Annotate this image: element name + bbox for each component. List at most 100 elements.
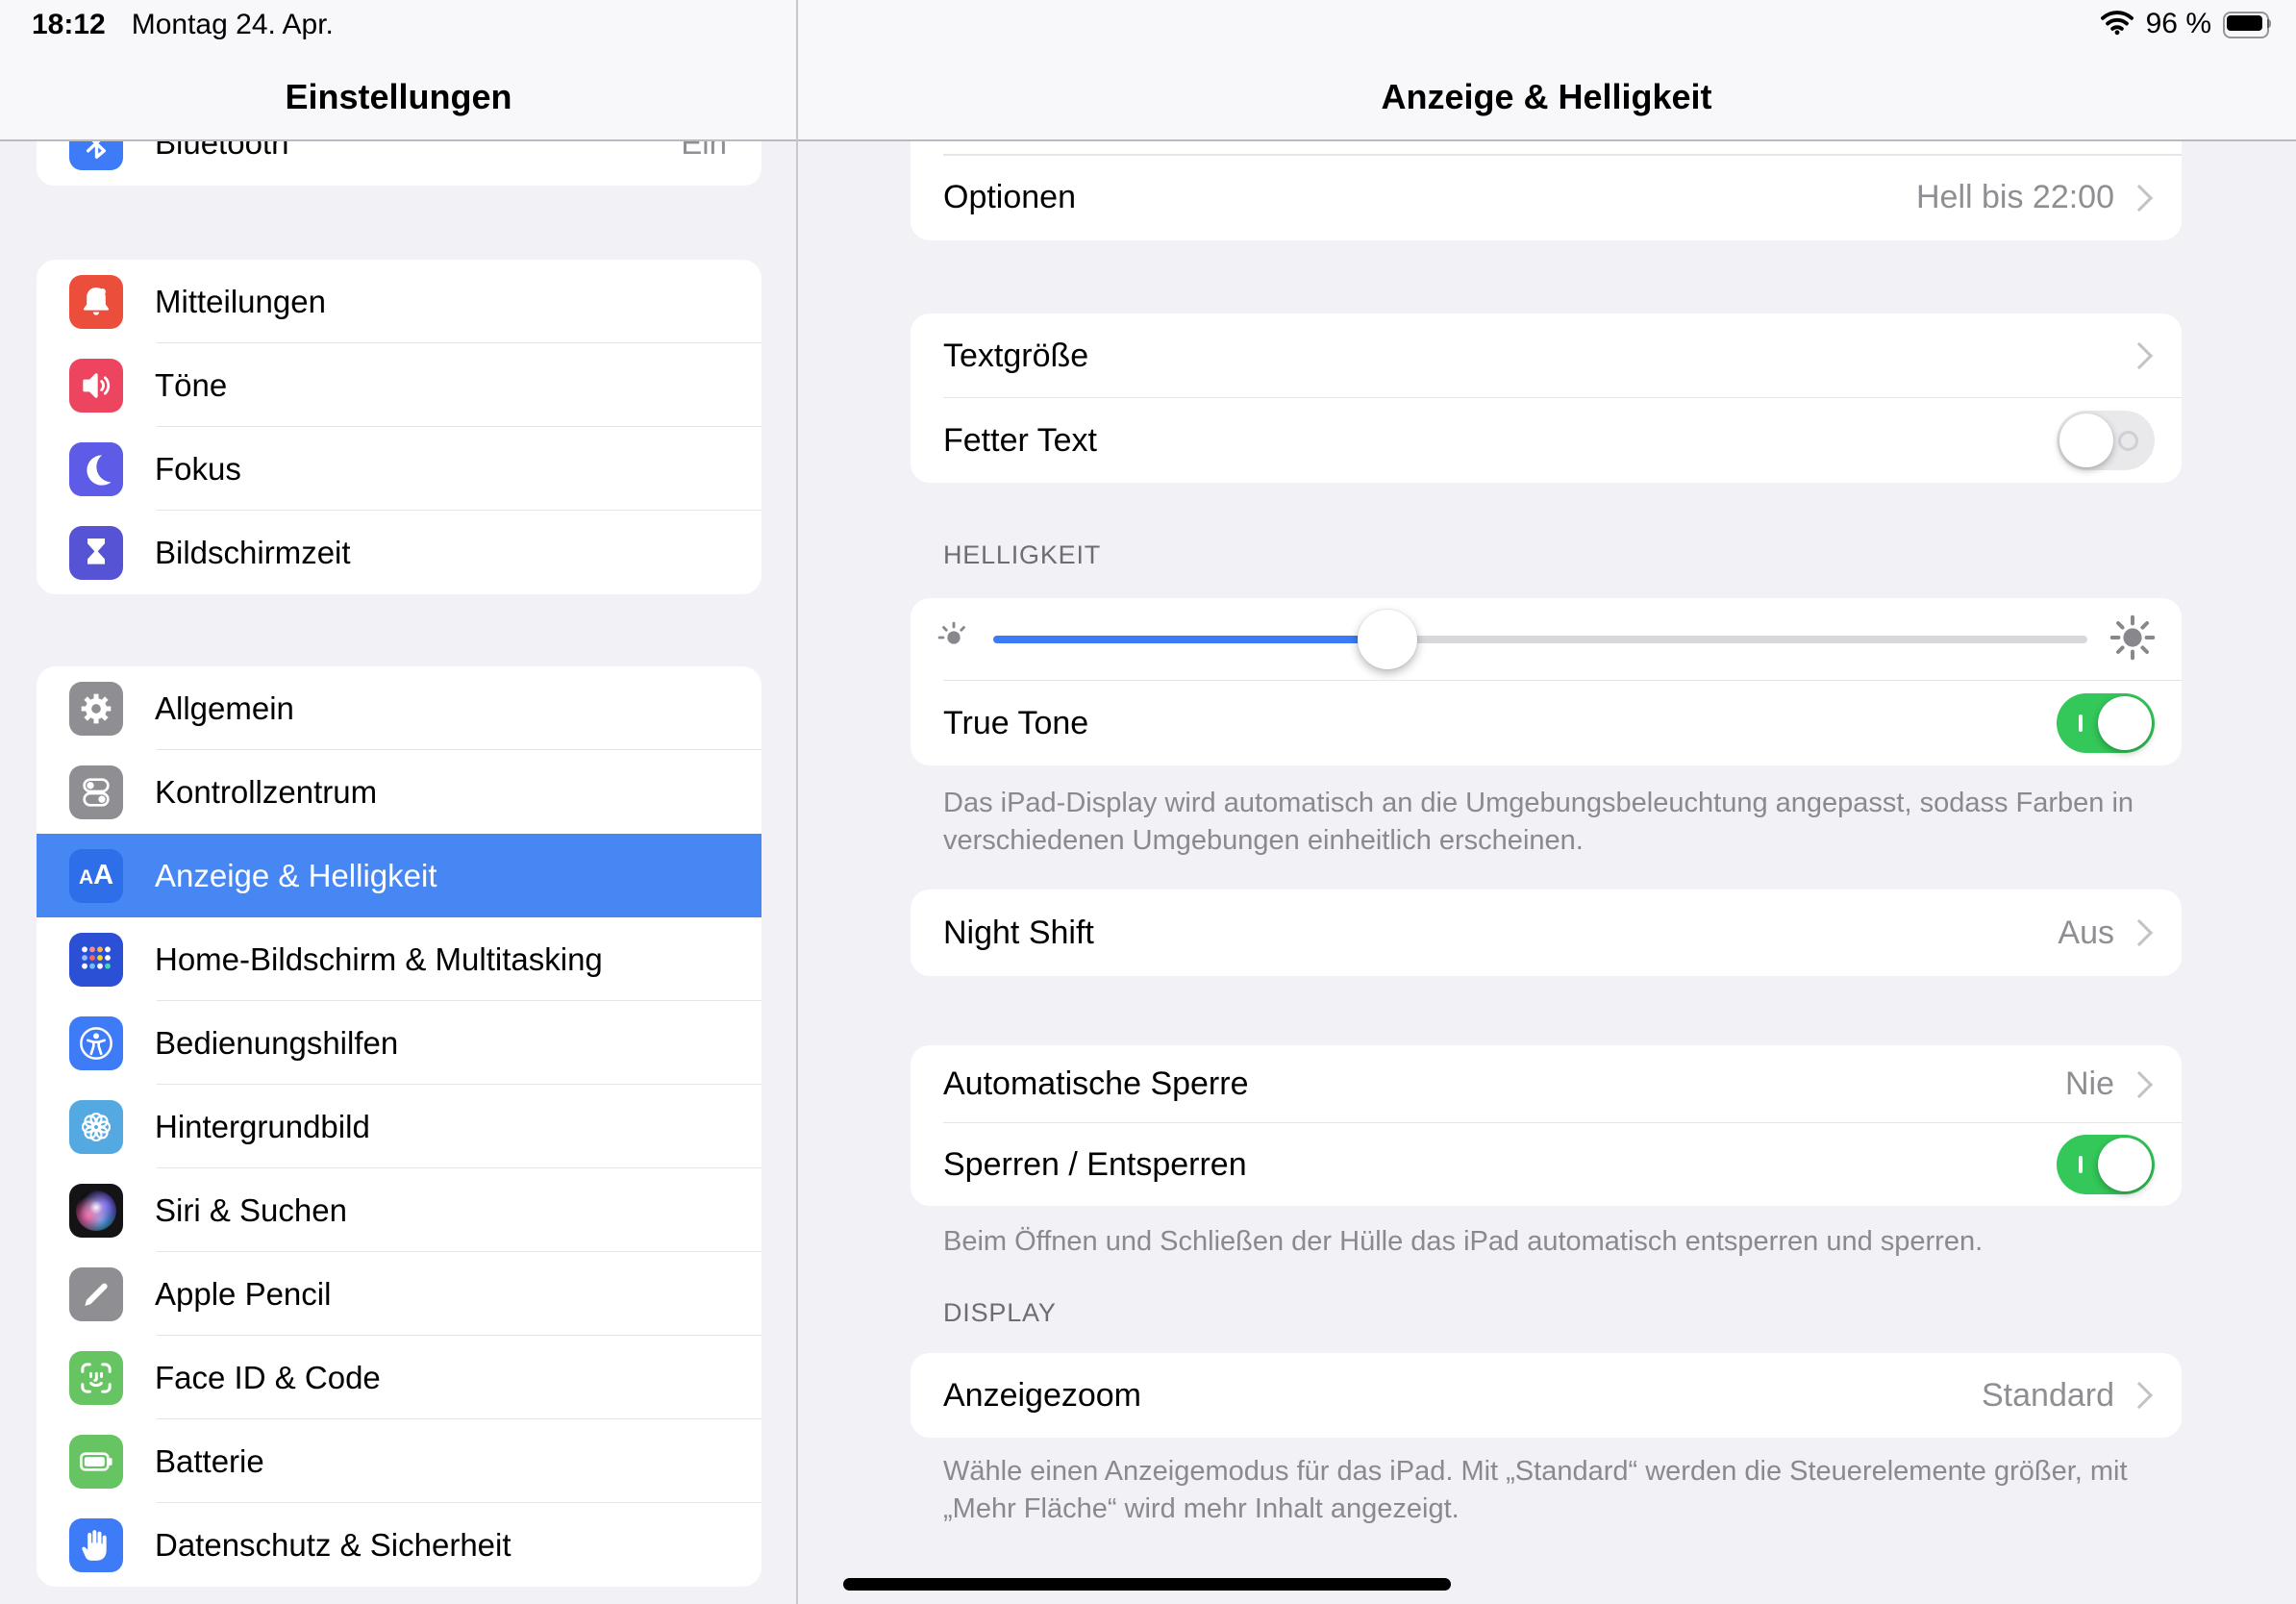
sidebar-item-label: Anzeige & Helligkeit xyxy=(155,858,437,894)
sidebar-item-datenschutz-sicherheit[interactable]: Datenschutz & Sicherheit xyxy=(37,1503,761,1587)
apps-grid-icon xyxy=(69,933,123,987)
true-tone-toggle[interactable] xyxy=(2057,693,2155,753)
chevron-right-icon xyxy=(2126,1382,2153,1409)
sidebar-item-anzeige-helligkeit[interactable]: AA Anzeige & Helligkeit xyxy=(37,834,761,917)
sidebar-item-label: Töne xyxy=(155,367,227,404)
display-zoom-row[interactable]: Anzeigezoom Standard xyxy=(911,1353,2182,1438)
sidebar-item-label: Batterie xyxy=(155,1443,264,1480)
bold-text-toggle[interactable] xyxy=(2057,411,2155,470)
aa-icon: AA xyxy=(69,849,123,903)
hand-icon xyxy=(69,1518,123,1572)
sidebar-item-face-id-code[interactable]: Face ID & Code xyxy=(37,1336,761,1419)
options-value: Hell bis 22:00 xyxy=(1916,179,2114,216)
siri-icon xyxy=(69,1184,123,1238)
appearance-card: Optionen Hell bis 22:00 xyxy=(911,141,2182,240)
status-date: Montag 24. Apr. xyxy=(132,9,334,41)
night-shift-value: Aus xyxy=(2058,915,2114,952)
chevron-right-icon xyxy=(2126,919,2153,946)
sidebar-item-fokus[interactable]: Fokus xyxy=(37,427,761,511)
battery-icon xyxy=(2223,12,2271,37)
bold-text-row[interactable]: Fetter Text xyxy=(911,398,2182,483)
text-size-label: Textgröße xyxy=(943,338,1088,375)
sidebar-item-home-bildschirm-multitasking[interactable]: Home-Bildschirm & Multitasking xyxy=(37,917,761,1001)
sidebar-item-label: Face ID & Code xyxy=(155,1360,381,1396)
sidebar-item-bedienungshilfen[interactable]: Bedienungshilfen xyxy=(37,1001,761,1085)
auto-lock-value: Nie xyxy=(2065,1065,2114,1103)
sidebar-item-bluetooth[interactable]: BluetoothEin xyxy=(37,141,761,185)
display-zoom-label: Anzeigezoom xyxy=(943,1377,1141,1415)
sidebar-item-mitteilungen[interactable]: Mitteilungen xyxy=(37,260,761,343)
options-row[interactable]: Optionen Hell bis 22:00 xyxy=(911,156,2182,240)
panel-divider xyxy=(796,0,798,1604)
true-tone-row[interactable]: True Tone xyxy=(911,681,2182,765)
sidebar-item-batterie[interactable]: Batterie xyxy=(37,1419,761,1503)
sidebar-group-system: Allgemein Kontrollzentrum AA Anzeige & Hell… xyxy=(37,666,761,1587)
display-zoom-value: Standard xyxy=(1982,1377,2114,1415)
sidebar-item-label: Bildschirmzeit xyxy=(155,535,351,571)
text-card: Textgröße Fetter Text xyxy=(911,313,2182,483)
bold-text-label: Fetter Text xyxy=(943,422,1097,460)
status-bar: 18:12 Montag 24. Apr. 96 % xyxy=(0,0,2296,44)
battery-percent: 96 % xyxy=(2146,8,2211,40)
home-indicator[interactable] xyxy=(843,1578,1451,1591)
brightness-card: True Tone xyxy=(911,598,2182,765)
hourglass-icon xyxy=(69,526,123,580)
bell-icon xyxy=(69,275,123,329)
sidebar-item-label: Fokus xyxy=(155,451,241,488)
chevron-right-icon xyxy=(2126,184,2153,211)
sidebar-group-notifications: Mitteilungen Töne Fokus Bildschirmzeit xyxy=(37,260,761,594)
display-zoom-footnote: Wähle einen Anzeigemodus für das iPad. M… xyxy=(943,1453,2184,1528)
sidebar-item-label: Bluetooth xyxy=(155,141,288,162)
chevron-right-icon xyxy=(2126,342,2153,369)
battery-icon xyxy=(69,1435,123,1489)
lock-unlock-label: Sperren / Entsperren xyxy=(943,1146,1247,1184)
speaker-icon xyxy=(69,359,123,413)
moon-icon xyxy=(69,442,123,496)
brightness-high-icon xyxy=(2109,614,2157,666)
auto-lock-label: Automatische Sperre xyxy=(943,1065,1249,1103)
night-shift-row[interactable]: Night Shift Aus xyxy=(911,890,2182,976)
gear-icon xyxy=(69,682,123,736)
pencil-icon xyxy=(69,1267,123,1321)
chevron-right-icon xyxy=(2126,1070,2153,1097)
lock-unlock-row[interactable]: Sperren / Entsperren xyxy=(911,1123,2182,1206)
sidebar-item-label: Hintergrundbild xyxy=(155,1109,370,1145)
display-zoom-card: Anzeigezoom Standard xyxy=(911,1353,2182,1438)
sidebar-title: Einstellungen xyxy=(0,77,797,117)
wifi-icon xyxy=(2100,9,2134,40)
true-tone-label: True Tone xyxy=(943,705,1088,742)
faceid-icon xyxy=(69,1351,123,1405)
options-label: Optionen xyxy=(943,179,1076,216)
night-shift-label: Night Shift xyxy=(943,915,1094,952)
page-title: Anzeige & Helligkeit xyxy=(797,77,2296,117)
accessibility-icon xyxy=(69,1016,123,1070)
toggles-icon xyxy=(69,765,123,819)
sidebar-item-allgemein[interactable]: Allgemein xyxy=(37,666,761,750)
lock-card: Automatische Sperre Nie Sperren / Entspe… xyxy=(911,1045,2182,1206)
sidebar-item-töne[interactable]: Töne xyxy=(37,343,761,427)
brightness-section-header: HELLIGKEIT xyxy=(943,540,1101,570)
brightness-slider[interactable] xyxy=(993,598,2087,681)
sidebar-item-label: Datenschutz & Sicherheit xyxy=(155,1527,512,1564)
sidebar-item-label: Allgemein xyxy=(155,690,294,727)
sidebar-group-connectivity: BluetoothEin xyxy=(37,141,761,186)
sidebar-item-apple-pencil[interactable]: Apple Pencil xyxy=(37,1252,761,1336)
sidebar-item-hintergrundbild[interactable]: Hintergrundbild xyxy=(37,1085,761,1168)
brightness-slider-knob[interactable] xyxy=(1358,610,1417,669)
sidebar-item-kontrollzentrum[interactable]: Kontrollzentrum xyxy=(37,750,761,834)
sidebar-item-siri-suchen[interactable]: Siri & Suchen xyxy=(37,1168,761,1252)
sidebar-item-label: Apple Pencil xyxy=(155,1276,331,1313)
appearance-row-cutoff xyxy=(911,141,2182,154)
sidebar-item-bildschirmzeit[interactable]: Bildschirmzeit xyxy=(37,511,761,594)
true-tone-footnote: Das iPad-Display wird automatisch an die… xyxy=(943,785,2164,860)
brightness-low-icon xyxy=(936,619,972,661)
night-shift-card: Night Shift Aus xyxy=(911,890,2182,976)
lock-unlock-toggle[interactable] xyxy=(2057,1135,2155,1194)
sidebar-item-label: Home-Bildschirm & Multitasking xyxy=(155,941,603,978)
sidebar-item-label: Bedienungshilfen xyxy=(155,1025,398,1062)
flower-icon xyxy=(69,1100,123,1154)
brightness-slider-row xyxy=(911,598,2182,681)
auto-lock-row[interactable]: Automatische Sperre Nie xyxy=(911,1045,2182,1123)
sidebar-item-label: Siri & Suchen xyxy=(155,1192,347,1229)
text-size-row[interactable]: Textgröße xyxy=(911,313,2182,398)
